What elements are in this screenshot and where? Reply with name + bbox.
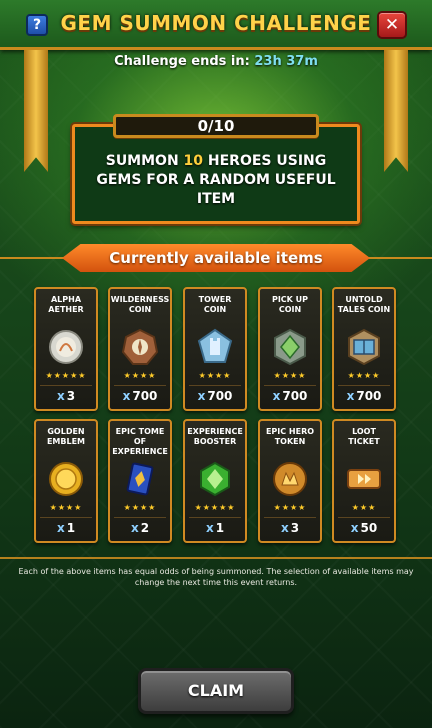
experience-booster-icon	[195, 459, 235, 499]
quantity-value: 700	[207, 389, 233, 403]
quantity-prefix: x	[197, 389, 206, 403]
quantity-value: 700	[282, 389, 308, 403]
item-quantity: x 700	[264, 385, 316, 405]
item-quantity: x 700	[114, 385, 166, 405]
aether-orb-icon	[46, 327, 86, 367]
quantity-value: 2	[140, 521, 150, 535]
item-name: PICK UP COIN	[271, 295, 309, 314]
quantity-prefix: x	[56, 521, 65, 535]
item-name: EPIC TOME OF EXPERIENCE	[112, 427, 168, 456]
item-card[interactable]: GOLDEN EMBLEM ★★★★ x 1	[34, 419, 98, 543]
item-card[interactable]: ALPHA AETHER ★★★★★ x 3	[34, 287, 98, 411]
quantity-prefix: x	[346, 389, 355, 403]
item-card[interactable]: TOWER COIN ★★★★ x 700	[183, 287, 247, 411]
tower-coin-icon	[195, 327, 235, 367]
wilderness-coin-icon	[120, 327, 160, 367]
item-quantity: x2	[114, 517, 166, 537]
challenge-text-before: SUMMON	[105, 153, 184, 169]
item-stars: ★★★★	[347, 371, 381, 380]
golden-emblem-icon	[46, 459, 86, 499]
item-name: TOWER COIN	[198, 295, 232, 314]
item-stars: ★★★★	[123, 503, 157, 512]
gem-summon-challenge-screen: ? GEM SUMMON CHALLENGE ✕ Challenge ends …	[0, 0, 432, 728]
quantity-value: 700	[356, 389, 382, 403]
item-name: WILDERNESS COIN	[110, 295, 170, 314]
timer-value: 23h 37m	[254, 54, 318, 69]
epic-hero-token-icon	[270, 459, 310, 499]
challenge-timer: Challenge ends in: 23h 37m	[0, 54, 432, 69]
help-button[interactable]: ?	[26, 14, 48, 36]
challenge-highlight-count: 10	[183, 153, 204, 169]
pickup-coin-icon	[270, 327, 310, 367]
item-name: ALPHA AETHER	[48, 295, 84, 314]
quantity-prefix: x	[205, 521, 214, 535]
item-card[interactable]: PICK UP COIN ★★★★ x 700	[258, 287, 322, 411]
close-button[interactable]: ✕	[377, 11, 407, 39]
page-title: GEM SUMMON CHALLENGE	[60, 11, 372, 35]
quantity-value: 1	[66, 521, 76, 535]
item-name: LOOT TICKET	[348, 427, 380, 446]
item-stars: ★★★★★	[194, 503, 236, 512]
quantity-prefix: x	[56, 389, 65, 403]
item-name: UNTOLD TALES COIN	[337, 295, 391, 314]
quantity-value: 50	[360, 521, 378, 535]
item-quantity: x1	[189, 517, 241, 537]
untold-tales-coin-icon	[344, 327, 384, 367]
item-quantity: x 50	[338, 517, 390, 537]
section-title-ribbon: Currently available items	[62, 244, 370, 272]
quantity-value: 700	[132, 389, 158, 403]
footer-divider	[0, 557, 432, 559]
quantity-prefix: x	[280, 521, 289, 535]
item-card[interactable]: EPIC HERO TOKEN ★★★★ x 3	[258, 419, 322, 543]
quantity-value: 1	[215, 521, 225, 535]
item-card[interactable]: LOOT TICKET ★★★ x 50	[332, 419, 396, 543]
item-stars: ★★★	[351, 503, 377, 512]
item-stars: ★★★★	[273, 371, 307, 380]
claim-button[interactable]: CLAIM	[138, 668, 294, 714]
item-stars: ★★★★	[198, 371, 232, 380]
item-quantity: x3	[40, 385, 92, 405]
header-bar: ? GEM SUMMON CHALLENGE ✕	[0, 0, 432, 50]
item-name: EPIC HERO TOKEN	[265, 427, 315, 446]
challenge-description: SUMMON 10 HEROES USING GEMS FOR A RANDOM…	[84, 152, 348, 209]
item-quantity: x 700	[338, 385, 390, 405]
quantity-prefix: x	[122, 389, 131, 403]
quantity-value: 3	[66, 389, 76, 403]
epic-tome-icon	[120, 459, 160, 499]
item-stars: ★★★★	[123, 371, 157, 380]
item-name: GOLDEN EMBLEM	[46, 427, 86, 446]
loot-ticket-icon	[344, 459, 384, 499]
item-quantity: x1	[40, 517, 92, 537]
timer-label: Challenge ends in:	[114, 54, 250, 69]
item-card[interactable]: EXPERIENCE BOOSTER ★★★★★ x 1	[183, 419, 247, 543]
item-card[interactable]: WILDERNESS COIN ★★★★ x 700	[108, 287, 172, 411]
item-name: EXPERIENCE BOOSTER	[187, 427, 243, 446]
quantity-value: 3	[290, 521, 300, 535]
quantity-prefix: x	[130, 521, 139, 535]
item-card[interactable]: EPIC TOME OF EXPERIENCE ★★★★ x 2	[108, 419, 172, 543]
item-quantity: x 700	[189, 385, 241, 405]
quantity-prefix: x	[272, 389, 281, 403]
item-quantity: x3	[264, 517, 316, 537]
quantity-prefix: x	[350, 521, 359, 535]
item-card[interactable]: UNTOLD TALES COIN ★★★★ x 700	[332, 287, 396, 411]
odds-footnote: Each of the above items has equal odds o…	[18, 567, 414, 587]
challenge-progress: 0/10	[113, 114, 319, 138]
item-stars: ★★★★	[49, 503, 83, 512]
item-stars: ★★★★★	[45, 371, 87, 380]
item-stars: ★★★★	[273, 503, 307, 512]
